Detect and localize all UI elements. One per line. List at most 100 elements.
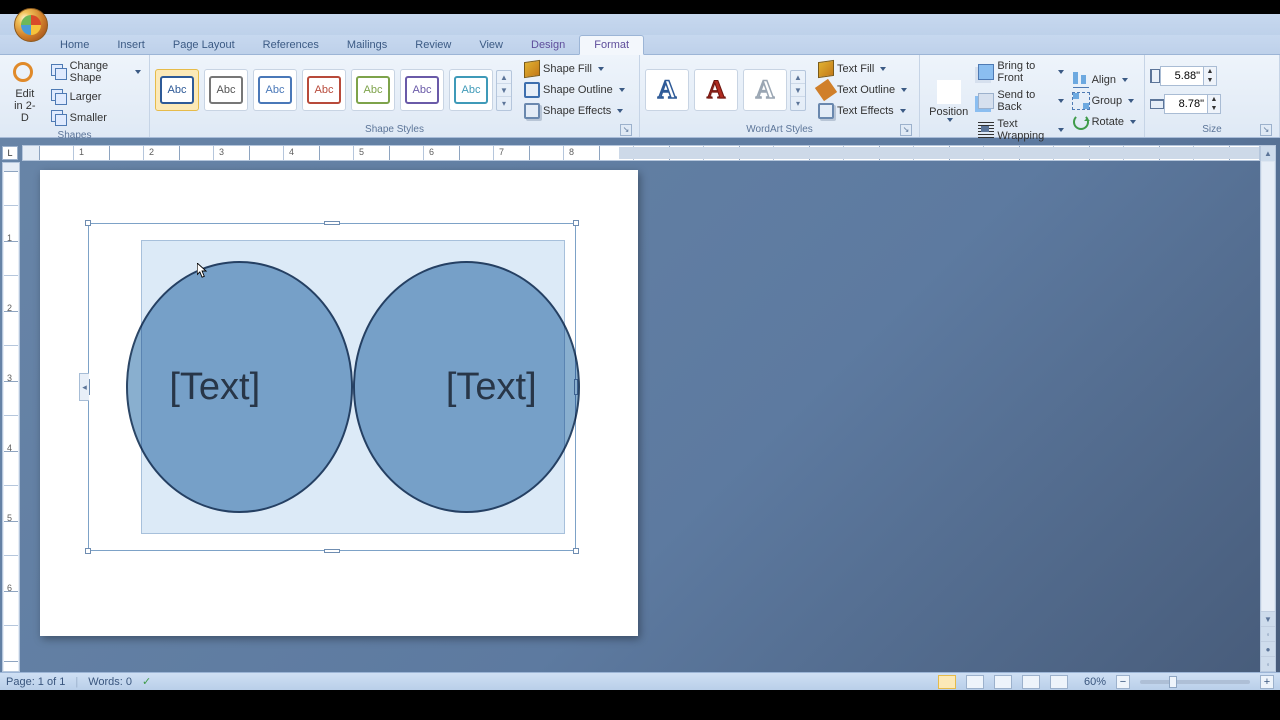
view-print-layout[interactable] — [938, 675, 956, 689]
height-input[interactable] — [1160, 66, 1204, 86]
view-web-layout[interactable] — [994, 675, 1012, 689]
tab-references[interactable]: References — [249, 36, 333, 54]
gallery-up-icon[interactable]: ▲ — [497, 71, 511, 84]
tab-view[interactable]: View — [465, 36, 517, 54]
resize-handle[interactable] — [573, 220, 579, 226]
gallery-down-icon[interactable]: ▼ — [497, 84, 511, 97]
edit-in-2d-button[interactable]: Edit in 2-D — [5, 59, 45, 127]
venn-text-right[interactable]: [Text] — [446, 366, 537, 409]
resize-handle[interactable] — [85, 548, 91, 554]
shape-fill-button[interactable]: Shape Fill — [521, 59, 628, 79]
shape-style-item[interactable]: Abc — [253, 69, 297, 111]
venn-diagram[interactable]: [Text] [Text] — [150, 261, 556, 513]
tab-format[interactable]: Format — [579, 35, 644, 55]
wordart-style-item[interactable]: A — [694, 69, 738, 111]
wordart-style-item[interactable]: A — [743, 69, 787, 111]
shape-style-item[interactable]: Abc — [204, 69, 248, 111]
shape-width-field[interactable]: ▲▼ — [1150, 94, 1221, 114]
align-icon — [1073, 72, 1089, 88]
text-effects-button[interactable]: Text Effects — [815, 101, 910, 121]
wordart-gallery[interactable]: AAA — [645, 69, 787, 111]
outline-icon — [524, 82, 540, 98]
zoom-slider[interactable] — [1140, 680, 1250, 684]
send-to-back-button[interactable]: Send to Back — [975, 87, 1066, 115]
scroll-up-icon[interactable]: ▲ — [1261, 146, 1275, 161]
view-full-screen[interactable] — [966, 675, 984, 689]
browse-object-icon[interactable]: ● — [1261, 641, 1275, 656]
smartart-frame[interactable]: ◂ [Text] [Text] — [88, 223, 576, 551]
office-button[interactable] — [14, 8, 48, 42]
smaller-button[interactable]: Smaller — [48, 108, 144, 128]
prev-page-icon[interactable]: ◦ — [1261, 626, 1275, 641]
height-icon — [1150, 69, 1160, 83]
view-outline[interactable] — [1022, 675, 1040, 689]
gallery-scroll[interactable]: ▲ ▼ ▾ — [496, 70, 512, 111]
group-icon — [1073, 93, 1089, 109]
tab-mailings[interactable]: Mailings — [333, 36, 401, 54]
send-back-icon — [978, 93, 994, 109]
smartart-canvas[interactable]: [Text] [Text] — [141, 240, 565, 534]
group-label-shape-styles: Shape Styles ↘ — [155, 122, 634, 137]
shape-outline-button[interactable]: Shape Outline — [521, 80, 628, 100]
vertical-ruler[interactable]: 123456 — [2, 162, 20, 672]
resize-handle[interactable] — [85, 220, 91, 226]
dialog-launcher-icon[interactable]: ↘ — [620, 124, 632, 136]
venn-circle-right[interactable]: [Text] — [353, 261, 580, 513]
wordart-style-item[interactable]: A — [645, 69, 689, 111]
wordart-gallery-scroll[interactable]: ▲▼▾ — [790, 70, 806, 111]
dialog-launcher-icon[interactable]: ↘ — [900, 124, 912, 136]
shape-style-item[interactable]: Abc — [302, 69, 346, 111]
resize-handle[interactable] — [324, 549, 340, 553]
resize-handle[interactable] — [573, 548, 579, 554]
dialog-launcher-icon[interactable]: ↘ — [1260, 124, 1272, 136]
align-button[interactable]: Align — [1070, 70, 1139, 90]
resize-handle[interactable] — [324, 221, 340, 225]
venn-text-left[interactable]: [Text] — [169, 366, 260, 409]
zoom-level[interactable]: 60% — [1084, 676, 1106, 688]
height-spinner[interactable]: ▲▼ — [1204, 66, 1217, 86]
shape-style-item[interactable]: Abc — [400, 69, 444, 111]
wrap-icon — [978, 122, 994, 138]
zoom-out-button[interactable]: − — [1116, 675, 1130, 689]
shape-style-item[interactable]: Abc — [449, 69, 493, 111]
rotate-button[interactable]: Rotate — [1070, 112, 1139, 132]
zoom-in-button[interactable]: + — [1260, 675, 1274, 689]
change-shape-button[interactable]: Change Shape — [48, 58, 144, 86]
position-button[interactable]: Position — [925, 77, 972, 125]
view-draft[interactable] — [1050, 675, 1068, 689]
bring-to-front-button[interactable]: Bring to Front — [975, 58, 1066, 86]
venn-circle-left[interactable]: [Text] — [126, 261, 353, 513]
tab-home[interactable]: Home — [46, 36, 103, 54]
shape-style-gallery[interactable]: AbcAbcAbcAbcAbcAbcAbc — [155, 69, 493, 111]
ribbon: Edit in 2-D Change Shape Larger Smaller … — [0, 55, 1280, 138]
group-button[interactable]: Group — [1070, 91, 1139, 111]
tab-review[interactable]: Review — [401, 36, 465, 54]
shape-height-field[interactable]: ▲▼ — [1150, 66, 1217, 86]
larger-button[interactable]: Larger — [48, 87, 144, 107]
text-outline-button[interactable]: Text Outline — [815, 80, 910, 100]
horizontal-ruler[interactable]: 12345678 — [22, 145, 1260, 161]
shape-style-item[interactable]: Abc — [351, 69, 395, 111]
tab-page-layout[interactable]: Page Layout — [159, 36, 249, 54]
vertical-scrollbar[interactable]: ▲ ▼ ◦ ● ◦ — [1260, 145, 1276, 672]
smaller-icon — [51, 110, 67, 126]
document-page[interactable]: ◂ [Text] [Text] — [40, 170, 638, 636]
tab-design[interactable]: Design — [517, 36, 579, 54]
width-input[interactable] — [1164, 94, 1208, 114]
status-words[interactable]: Words: 0 — [88, 676, 132, 688]
text-fill-button[interactable]: Text Fill — [815, 59, 910, 79]
width-spinner[interactable]: ▲▼ — [1208, 94, 1221, 114]
status-page[interactable]: Page: 1 of 1 — [6, 676, 65, 688]
tab-selector[interactable]: L — [2, 146, 18, 160]
group-label-size: Size ↘ — [1150, 122, 1274, 137]
shape-effects-button[interactable]: Shape Effects — [521, 101, 628, 121]
shape-style-item[interactable]: Abc — [155, 69, 199, 111]
tab-insert[interactable]: Insert — [103, 36, 159, 54]
gallery-more-icon[interactable]: ▾ — [497, 97, 511, 110]
change-shape-icon — [51, 64, 67, 80]
scroll-down-icon[interactable]: ▼ — [1261, 611, 1275, 626]
next-page-icon[interactable]: ◦ — [1261, 656, 1275, 671]
text-wrapping-button[interactable]: Text Wrapping — [975, 116, 1066, 144]
text-pane-toggle[interactable]: ◂ — [79, 373, 89, 401]
spellcheck-icon[interactable]: ✓ — [142, 675, 151, 688]
